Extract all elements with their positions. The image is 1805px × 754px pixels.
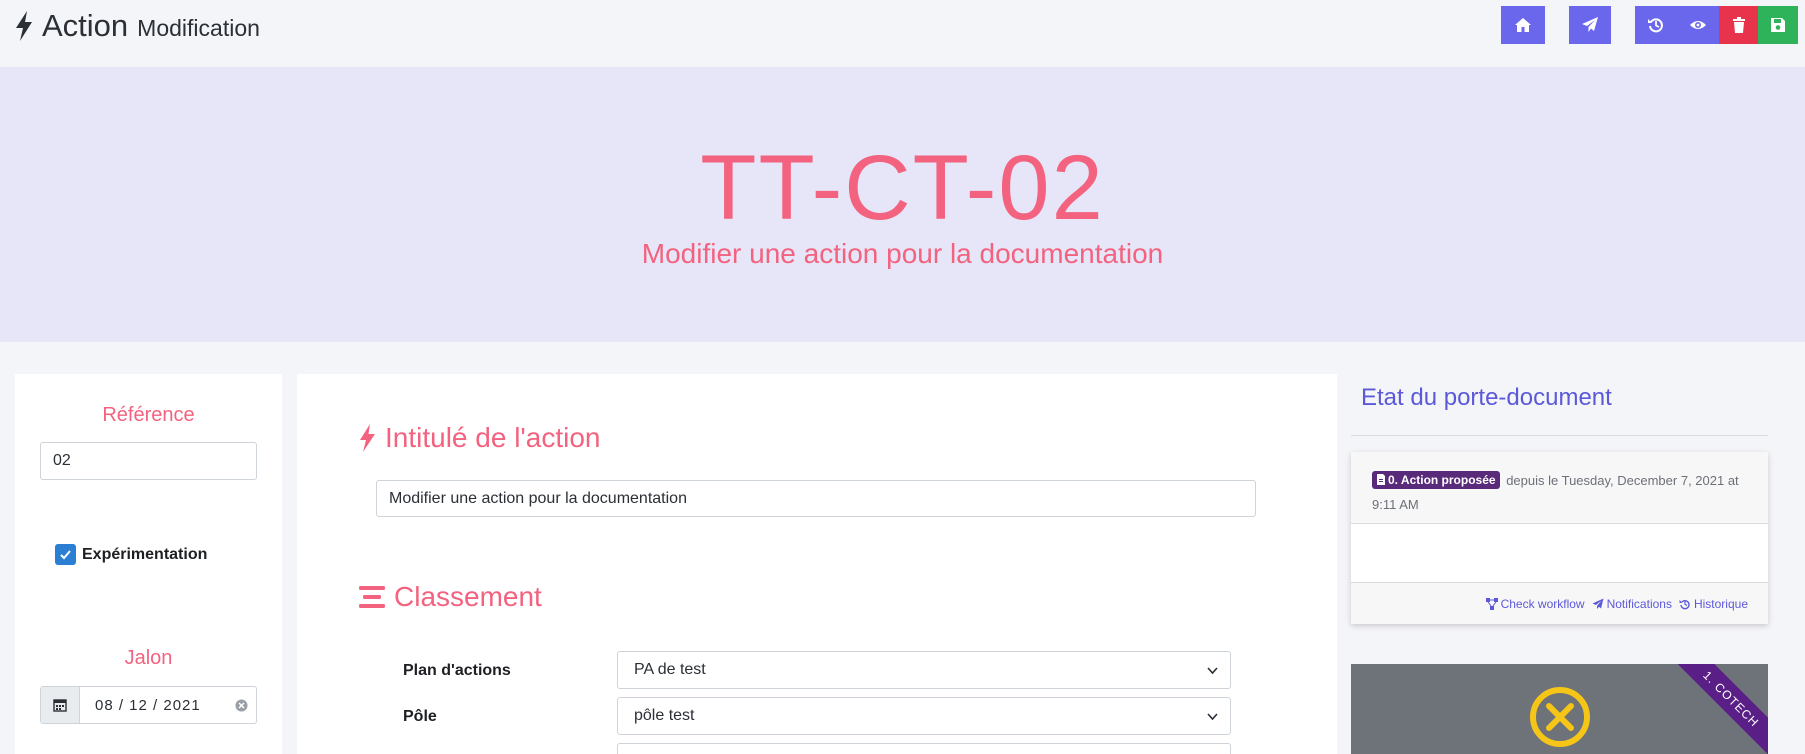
pole-select[interactable]: pôle test <box>617 697 1231 735</box>
home-button[interactable] <box>1501 6 1545 44</box>
check-workflow-link[interactable]: Check workflow <box>1485 596 1585 611</box>
intitule-title-text: Intitulé de l'action <box>385 422 601 453</box>
send-button[interactable] <box>1569 6 1611 44</box>
status-card: 0. Action proposée depuis le Tuesday, De… <box>1351 452 1768 624</box>
historique-link[interactable]: Historique <box>1679 597 1748 611</box>
plan-actions-select[interactable]: PA de test <box>617 651 1231 689</box>
plan-actions-value: PA de test <box>634 661 706 678</box>
hero-subtitle: Modifier une action pour la documentatio… <box>641 238 1164 269</box>
times-circle-icon <box>1530 687 1590 747</box>
hero-banner: TT-CT-02 Modifier une action pour la doc… <box>0 67 1805 342</box>
pole-label: Pôle <box>403 708 437 725</box>
workflow-step-card: 1. COTECH <box>1351 664 1768 754</box>
preview-button[interactable] <box>1677 6 1719 44</box>
classement-title-text: Classement <box>394 581 542 612</box>
left-card: Référence 02 Expérimentation Jalon 08 / … <box>15 374 282 754</box>
chevron-down-icon <box>1207 713 1218 721</box>
jalon-date-value[interactable]: 08 / 12 / 2021 <box>80 687 226 723</box>
status-badge: 0. Action proposée <box>1372 470 1500 489</box>
plan-actions-label: Plan d'actions <box>403 662 511 679</box>
history-icon <box>1648 18 1663 33</box>
calendar-icon <box>53 699 67 712</box>
page-title-main: Action <box>42 8 129 43</box>
eye-icon <box>1690 21 1706 29</box>
save-button[interactable] <box>1758 6 1798 44</box>
status-card-header: 0. Action proposée depuis le Tuesday, De… <box>1351 452 1768 524</box>
history-button[interactable] <box>1635 6 1677 44</box>
experimentation-checkbox[interactable]: Expérimentation <box>55 544 207 565</box>
checkbox-checked[interactable] <box>55 544 76 565</box>
bolt-icon <box>16 11 32 41</box>
calendar-addon[interactable] <box>41 687 80 723</box>
jalon-label: Jalon <box>124 647 173 669</box>
page-title: Action Modification <box>14 8 260 44</box>
reference-input[interactable]: 02 <box>40 442 257 480</box>
experimentation-label: Expérimentation <box>82 545 208 563</box>
check-workflow-text: Check workflow <box>1500 596 1585 611</box>
bolt-icon <box>360 424 375 452</box>
notifications-link[interactable]: Notifications <box>1592 597 1672 611</box>
file-icon <box>1377 474 1385 485</box>
historique-text: Historique <box>1693 596 1748 611</box>
delete-button[interactable] <box>1719 6 1758 44</box>
top-bar: Action Modification <box>0 0 1805 67</box>
align-justify-icon <box>359 586 385 608</box>
divider <box>1351 435 1768 436</box>
pole-value: pôle test <box>634 707 695 724</box>
workflow-icon <box>1485 597 1498 610</box>
classement-section-title: Classement <box>359 581 542 613</box>
next-select[interactable] <box>617 743 1231 754</box>
clear-icon <box>235 699 247 711</box>
chevron-down-icon <box>1207 667 1218 675</box>
save-icon <box>1771 18 1785 32</box>
status-card-footer: Check workflow Notifications Historique <box>1351 582 1768 624</box>
status-badge-text: 0. Action proposée <box>1388 472 1496 487</box>
action-code: TT-CT-02 <box>700 137 1105 239</box>
notifications-text: Notifications <box>1606 596 1672 611</box>
porte-document-title: Etat du porte-document <box>1361 384 1612 411</box>
paper-plane-icon <box>1582 17 1598 32</box>
check-icon <box>60 550 71 560</box>
main-form-card: Intitulé de l'action Modifier une action… <box>297 374 1337 754</box>
reference-label: Référence <box>102 404 195 426</box>
intitule-input[interactable]: Modifier une action pour la documentatio… <box>376 480 1256 517</box>
clear-date-button[interactable] <box>226 687 256 723</box>
home-icon <box>1515 18 1531 32</box>
page-title-mode: Modification <box>137 15 260 41</box>
paper-plane-icon <box>1592 598 1604 609</box>
step-ribbon: 1. COTECH <box>1668 664 1768 754</box>
trash-icon <box>1732 17 1745 33</box>
jalon-date-input[interactable]: 08 / 12 / 2021 <box>40 686 257 724</box>
intitule-section-title: Intitulé de l'action <box>359 422 600 454</box>
history-icon <box>1679 599 1690 609</box>
